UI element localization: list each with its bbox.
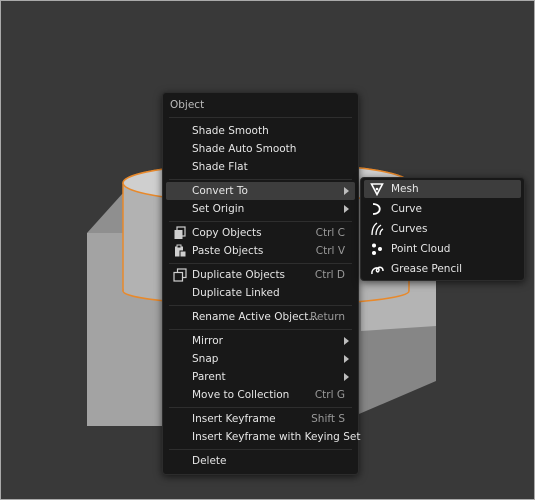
menu-item-label: Insert Keyframe with Keying Set [192, 431, 361, 443]
menu-item-label: Duplicate Objects [192, 269, 286, 281]
submenu-arrow-icon [344, 187, 349, 195]
menu-item-label: Duplicate Linked [192, 287, 280, 299]
submenu-arrow-icon [344, 373, 349, 381]
menu-item-label: Rename Active Object... [192, 311, 319, 323]
submenu-item-label: Grease Pencil [391, 263, 463, 275]
menu-item-label: Insert Keyframe [192, 413, 276, 425]
menu-item-shade-auto-smooth[interactable]: Shade Auto Smooth [166, 140, 355, 158]
menu-item-label: Mirror [192, 335, 223, 347]
menu-item-label: Delete [192, 455, 227, 467]
menu-item-convert-to[interactable]: Convert To [166, 182, 355, 200]
menu-item-label: Set Origin [192, 203, 245, 215]
menu-item-insert-keyframe-keying-set[interactable]: Insert Keyframe with Keying Set [166, 428, 360, 446]
curve-icon [372, 203, 381, 215]
menu-item-shade-smooth[interactable]: Shade Smooth [166, 122, 355, 140]
menu-item-shortcut: Ctrl D [314, 269, 345, 281]
menu-item-rename-active-object[interactable]: Rename Active Object... Return [166, 308, 355, 326]
duplicate-icon [173, 268, 187, 282]
menu-item-label: Shade Auto Smooth [192, 143, 297, 155]
menu-item-set-origin[interactable]: Set Origin [166, 200, 355, 218]
submenu-item-curve[interactable]: Curve [364, 200, 521, 218]
submenu-item-curves[interactable]: Curves [364, 220, 521, 238]
menu-item-label: Parent [192, 371, 226, 383]
separator [169, 263, 352, 264]
submenu-arrow-icon [344, 355, 349, 363]
menu-title: Object [170, 99, 205, 111]
mesh-icon [370, 183, 384, 196]
menu-item-label: Shade Smooth [192, 125, 269, 137]
menu-item-duplicate-linked[interactable]: Duplicate Linked [166, 284, 355, 302]
submenu-item-label: Mesh [391, 183, 419, 195]
menu-item-label: Copy Objects [192, 227, 262, 239]
menu-item-move-to-collection[interactable]: Move to Collection Ctrl G [166, 386, 355, 404]
convert-to-submenu: Mesh Curve Curves Point Cloud Grease Pen… [360, 177, 525, 281]
menu-item-shortcut: Return [310, 311, 345, 323]
separator [169, 117, 352, 118]
submenu-item-label: Curves [391, 223, 428, 235]
submenu-item-label: Point Cloud [391, 243, 451, 255]
curves-icon [371, 222, 384, 236]
copy-icon [174, 226, 186, 239]
menu-item-shortcut: Ctrl V [315, 245, 345, 257]
point-cloud-icon [372, 243, 382, 255]
menu-item-insert-keyframe[interactable]: Insert Keyframe Shift S [166, 410, 355, 428]
menu-item-copy-objects[interactable]: Copy Objects Ctrl C [166, 224, 355, 242]
menu-item-label: Shade Flat [192, 161, 248, 173]
menu-item-shortcut: Ctrl C [315, 227, 345, 239]
submenu-item-mesh[interactable]: Mesh [364, 180, 521, 198]
submenu-item-label: Curve [391, 203, 422, 215]
menu-item-shade-flat[interactable]: Shade Flat [166, 158, 355, 176]
menu-item-delete[interactable]: Delete [166, 452, 355, 470]
separator [169, 179, 352, 180]
menu-item-label: Paste Objects [192, 245, 264, 257]
menu-item-shortcut: Shift S [311, 413, 345, 425]
submenu-arrow-icon [344, 205, 349, 213]
menu-item-snap[interactable]: Snap [166, 350, 355, 368]
separator [169, 449, 352, 450]
separator [169, 407, 352, 408]
menu-item-mirror[interactable]: Mirror [166, 332, 355, 350]
menu-item-label: Move to Collection [192, 389, 290, 401]
submenu-item-point-cloud[interactable]: Point Cloud [364, 240, 521, 258]
menu-item-parent[interactable]: Parent [166, 368, 355, 386]
menu-item-label: Convert To [192, 185, 248, 197]
object-context-menu: Object Shade Smooth Shade Auto Smooth Sh… [162, 92, 360, 475]
grease-pencil-icon [371, 266, 384, 275]
submenu-arrow-icon [344, 337, 349, 345]
separator [169, 329, 352, 330]
menu-item-paste-objects[interactable]: Paste Objects Ctrl V [166, 242, 355, 260]
menu-item-label: Snap [192, 353, 219, 365]
menu-item-duplicate-objects[interactable]: Duplicate Objects Ctrl D [166, 266, 355, 284]
menu-item-shortcut: Ctrl G [314, 389, 345, 401]
separator [169, 221, 352, 222]
submenu-item-grease-pencil[interactable]: Grease Pencil [364, 260, 521, 278]
paste-icon [175, 244, 187, 258]
separator [169, 305, 352, 306]
